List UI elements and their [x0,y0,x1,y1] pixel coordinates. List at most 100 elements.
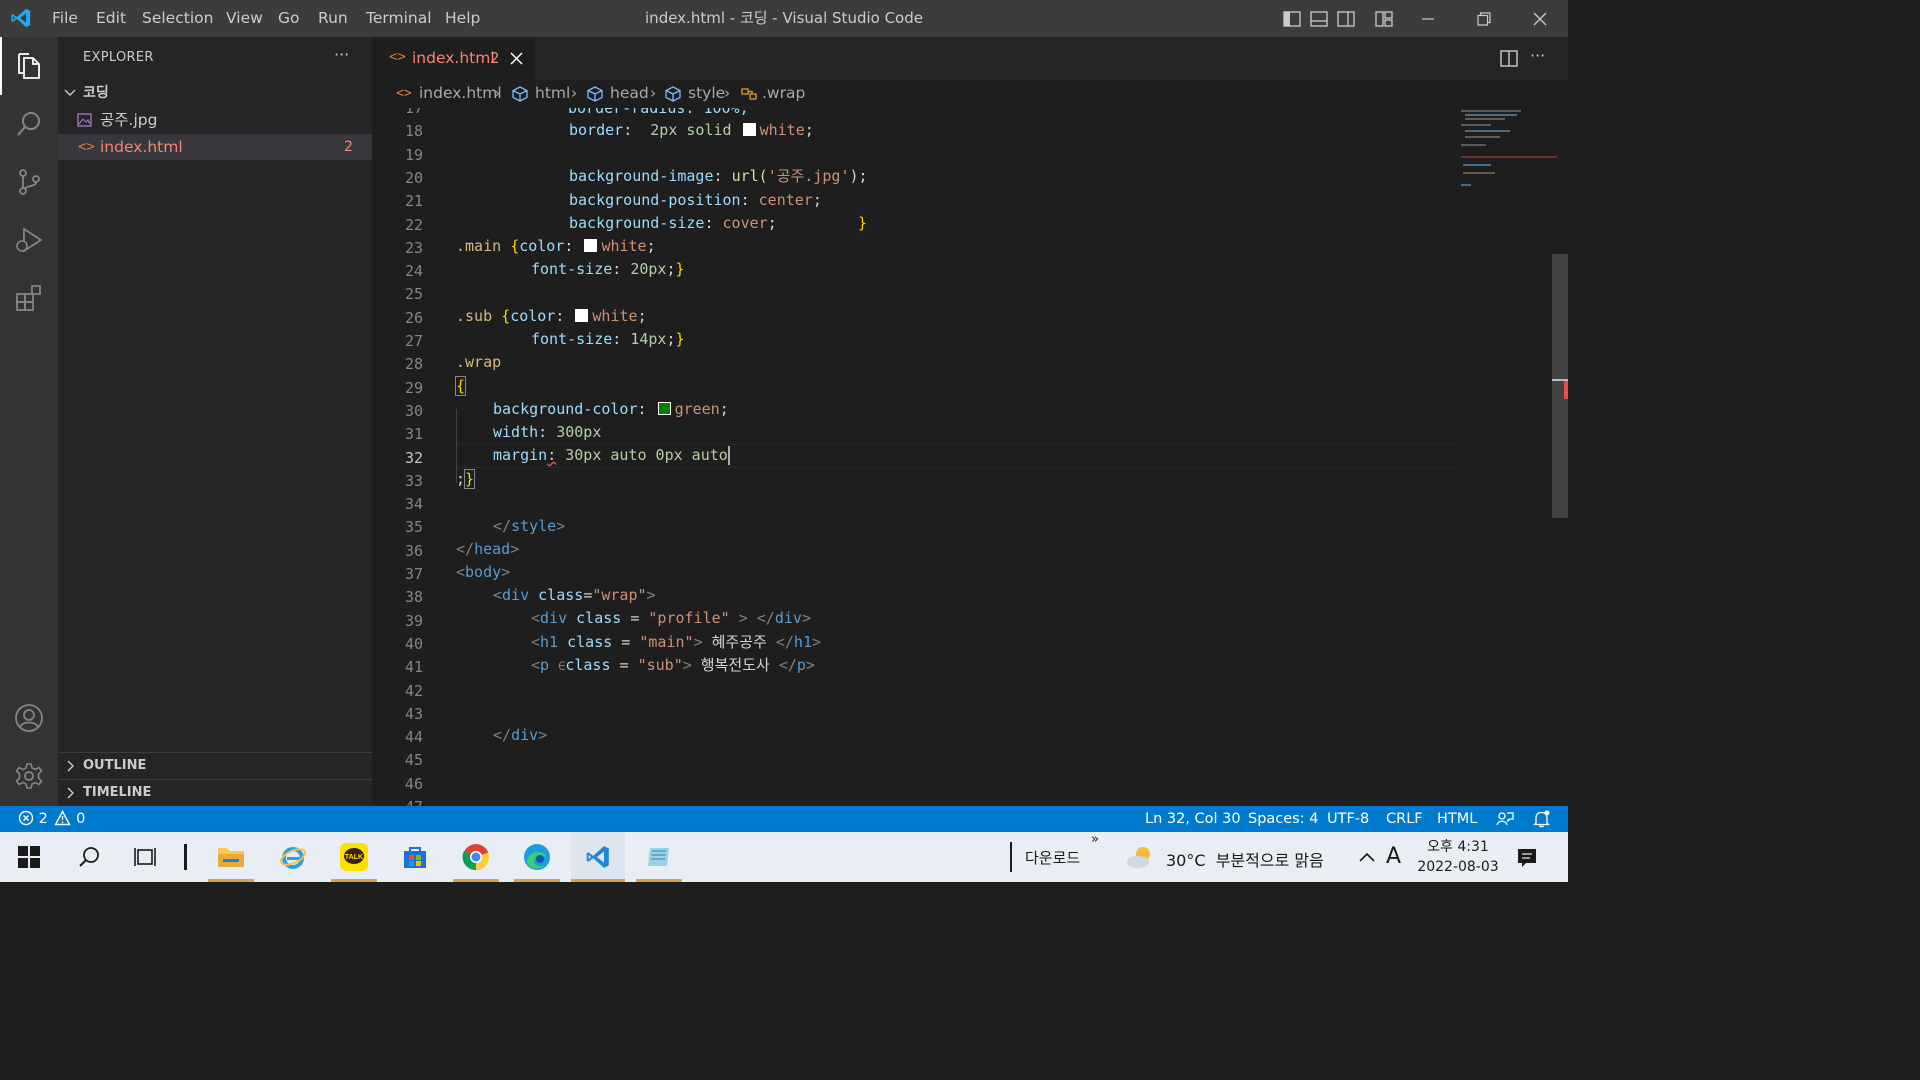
language-status[interactable]: HTML [1437,806,1477,832]
minimize-button[interactable] [1408,0,1448,37]
run-debug-icon [16,227,43,253]
indentation-status[interactable]: Spaces: 4 [1248,806,1318,832]
html-tag: head [474,539,511,558]
tab-index-html[interactable]: <> index.html 2 [372,37,535,80]
source-control-activity-button[interactable] [0,153,58,211]
line-number-row: 46 [372,773,1452,796]
menu-help[interactable]: Help [445,0,480,37]
microsoft-store-app[interactable] [388,832,442,882]
css-property: color [510,306,556,325]
menu-edit[interactable]: Edit [96,0,126,37]
menu-terminal[interactable]: Terminal [366,0,432,37]
breadcrumb-wrap[interactable]: .wrap [762,84,805,102]
timeline-section-header[interactable]: TIMELINE [58,779,372,806]
folder-row[interactable]: 코딩 [58,80,372,106]
menu-run[interactable]: Run [318,0,348,37]
clock-date[interactable]: 2022-08-03 [1412,859,1504,875]
more-actions-icon[interactable]: ··· [1530,46,1545,65]
taskbar-search-button[interactable] [62,832,116,882]
close-tab-icon[interactable] [510,52,523,65]
html-tag: div [540,609,568,627]
menu-file[interactable]: File [52,0,78,37]
code-editor[interactable]: 17 18 19 20 21 22 23 24 25 26 27 28 29 30 31 32 33 34 35 36… [372,108,1568,806]
color-swatch[interactable] [657,401,671,415]
css-property: background-image [569,167,714,185]
manage-activity-button[interactable] [0,747,58,805]
clock-time[interactable]: 오후 4:31 [1418,836,1498,856]
partly-sunny-weather-icon [1127,847,1150,868]
gear-icon [15,763,43,789]
file-row-image[interactable]: 공주.jpg [58,107,372,133]
menu-go[interactable]: Go [278,0,300,37]
downloads-toolbar[interactable]: 다운로드 [1025,847,1080,868]
color-swatch[interactable] [575,308,589,322]
css-property: background-size [569,213,705,232]
vscode-app[interactable] [571,832,625,882]
layout-sidebar-right-icon [1337,10,1355,27]
html-file-icon: <> [78,139,95,155]
error-icon [18,810,34,826]
css-selector: .sub [456,306,493,325]
chevron-up-icon[interactable] [1359,851,1375,863]
encoding-status[interactable]: UTF-8 [1327,806,1369,832]
line-number: 46 [404,774,423,793]
breadcrumb-file[interactable]: index.html [419,84,502,102]
accounts-activity-button[interactable] [0,689,58,747]
edge-app[interactable] [510,832,564,882]
menu-selection[interactable]: Selection [142,0,213,37]
bell-icon [1532,810,1551,828]
editor-tab-bar: <> index.html 2 ··· [372,37,1568,80]
breadcrumb-style[interactable]: style [688,84,725,102]
eol-status[interactable]: CRLF [1386,806,1423,832]
feedback-button[interactable] [1496,810,1514,828]
menu-view[interactable]: View [226,0,263,37]
breadcrumb: <> index.html › html › head › style › .w… [372,80,1568,108]
color-swatch[interactable] [742,122,756,136]
task-view-icon [134,848,156,866]
customize-layout-button[interactable] [1364,0,1404,37]
search-icon [79,847,99,867]
css-color-value: green [674,399,720,418]
svg-text:TALK: TALK [345,854,363,861]
search-activity-button[interactable] [0,95,58,153]
internet-explorer-app[interactable] [266,832,320,882]
close-window-button[interactable] [1520,0,1560,37]
file-explorer-app[interactable] [204,832,258,882]
extensions-activity-button[interactable] [0,269,58,327]
vscode-icon [586,846,609,868]
toggle-secondary-sidebar-button[interactable] [1326,0,1366,37]
html-attr: class [538,586,584,604]
toolbar-divider [1010,842,1012,872]
task-view-button[interactable] [119,832,173,882]
code-line: <p ∈class = "sub"> 행복전도사 </p> [531,656,815,674]
html-file-icon: <> [389,49,406,65]
weather-widget[interactable]: 30°C 부분적으로 맑음 [1166,847,1324,871]
file-row-html[interactable]: <> index.html 2 [58,134,372,160]
css-color-value: white [759,120,805,139]
restore-button[interactable] [1464,0,1504,37]
problems-status[interactable]: 2 0 [18,806,85,832]
toolbar-expand-icon[interactable]: » [1091,832,1099,847]
explorer-activity-button[interactable] [0,37,58,95]
minimap[interactable] [1457,108,1557,198]
chrome-app[interactable] [449,832,503,882]
symbol-element-icon [665,86,681,102]
input-method-indicator[interactable]: A [1386,844,1401,869]
line-number: 19 [404,145,423,164]
run-debug-activity-button[interactable] [0,211,58,269]
explorer-more-button[interactable]: ··· [334,45,349,64]
notifications-button[interactable] [1532,810,1551,828]
cursor-position-status[interactable]: Ln 32, Col 30 [1145,806,1241,832]
notification-center-icon[interactable] [1517,848,1537,868]
color-swatch[interactable] [584,238,598,252]
breadcrumb-head[interactable]: head [610,84,649,102]
start-button[interactable] [2,832,56,882]
breadcrumb-html[interactable]: html [535,84,570,102]
split-editor-icon[interactable] [1500,50,1518,67]
running-indicator [636,879,682,882]
outline-section-header[interactable]: OUTLINE [58,752,372,779]
notepad-icon [648,848,669,866]
notepad-app[interactable] [632,832,686,882]
account-icon [15,704,43,732]
kakaotalk-app[interactable]: TALK [327,832,381,882]
